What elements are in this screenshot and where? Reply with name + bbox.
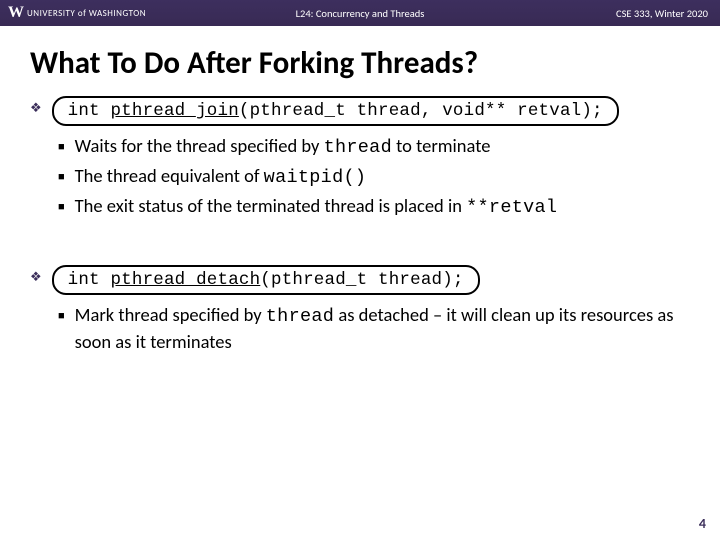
t: Mark thread specified by [75, 303, 266, 326]
text: The thread equivalent of waitpid() [75, 164, 367, 191]
text: Waits for the thread specified by thread… [75, 134, 491, 161]
square-bullet-icon: ■ [58, 134, 65, 160]
diamond-bullet-icon: ❖ [30, 265, 42, 291]
bullet-join: ❖ int pthread_join(pthread_t thread, voi… [30, 96, 690, 126]
course-label: CSE 333, Winter 2020 [616, 7, 708, 20]
c: waitpid() [264, 167, 367, 188]
text: The exit status of the terminated thread… [75, 194, 558, 221]
c: **retval [466, 197, 557, 218]
slide-body: ❖ int pthread_join(pthread_t thread, voi… [0, 96, 720, 540]
t: The exit status of the terminated thread… [75, 194, 466, 217]
square-bullet-icon: ■ [58, 194, 65, 220]
slide-header: W UNIVERSITY of WASHINGTON L24: Concurre… [0, 0, 720, 26]
page-number: 4 [699, 515, 706, 532]
code-pthread-join: int pthread_join(pthread_t thread, void*… [52, 96, 619, 126]
square-bullet-icon: ■ [58, 303, 65, 329]
join-sub-1: ■ Waits for the thread specified by thre… [58, 134, 690, 161]
lecture-label: L24: Concurrency and Threads [296, 7, 425, 20]
code-pthread-detach: int pthread_detach(pthread_t thread); [52, 265, 480, 295]
join-sub-2: ■ The thread equivalent of waitpid() [58, 164, 690, 191]
code-args: (pthread_t thread, void** retval); [239, 101, 603, 121]
uw-logo: W UNIVERSITY of WASHINGTON [8, 4, 146, 22]
code-args: (pthread_t thread); [260, 270, 463, 290]
t: Waits for the thread specified by [75, 134, 324, 157]
code-ret: int [68, 270, 111, 290]
t2: to terminate [392, 134, 490, 157]
code-fn: pthread_detach [110, 270, 260, 290]
bullet-detach: ❖ int pthread_detach(pthread_t thread); [30, 265, 690, 295]
uw-text: UNIVERSITY of WASHINGTON [27, 8, 146, 19]
slide-title: What To Do After Forking Threads? [30, 44, 720, 82]
c: thread [324, 137, 392, 158]
code-ret: int [68, 101, 111, 121]
diamond-bullet-icon: ❖ [30, 96, 42, 122]
slide: W UNIVERSITY of WASHINGTON L24: Concurre… [0, 0, 720, 540]
square-bullet-icon: ■ [58, 164, 65, 190]
t: The thread equivalent of [75, 164, 264, 187]
text: Mark thread specified by thread as detac… [75, 303, 690, 355]
c: thread [266, 306, 334, 327]
join-sub-3: ■ The exit status of the terminated thre… [58, 194, 690, 221]
uw-w-icon: W [8, 4, 23, 22]
code-fn: pthread_join [110, 101, 238, 121]
detach-sublist: ■ Mark thread specified by thread as det… [58, 303, 690, 355]
join-sublist: ■ Waits for the thread specified by thre… [58, 134, 690, 221]
detach-sub-1: ■ Mark thread specified by thread as det… [58, 303, 690, 355]
